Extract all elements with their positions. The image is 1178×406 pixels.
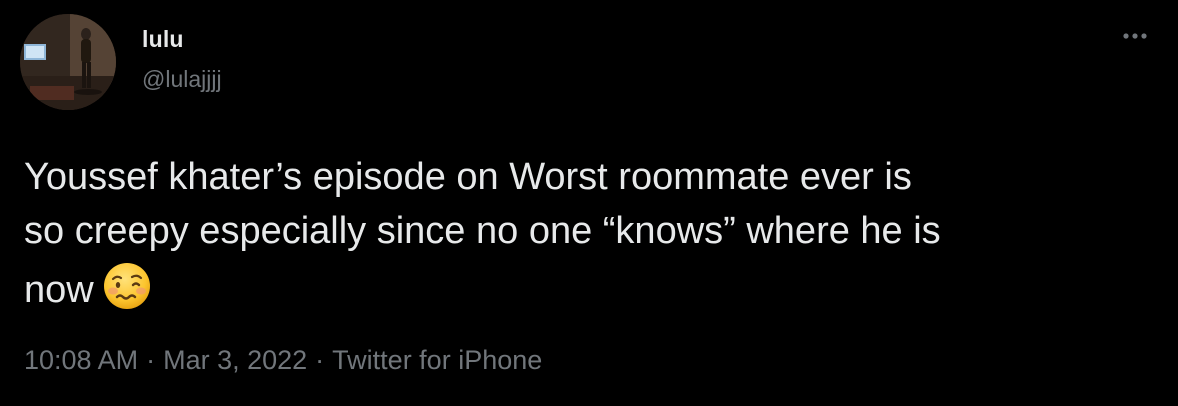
separator-dot: · [146,345,156,375]
tweet-source[interactable]: Twitter for iPhone [332,345,542,375]
avatar-photo-icon [20,14,116,110]
tweet-text: Youssef khater’s episode on Worst roomma… [24,150,1154,317]
tweet: lulu @lulajjjj Youssef khater’s episode … [0,0,1178,406]
more-options-icon[interactable] [1120,26,1150,46]
avatar[interactable] [20,14,116,110]
woozy-face-emoji-icon [100,258,154,312]
tweet-metadata: 10:08 AM · Mar 3, 2022 · Twitter for iPhone [24,345,542,376]
tweet-date[interactable]: Mar 3, 2022 [163,345,307,375]
author-handle[interactable]: @lulajjjj [142,66,222,93]
tweet-time[interactable]: 10:08 AM [24,345,138,375]
author-display-name[interactable]: lulu [142,26,184,53]
separator-dot: · [315,345,325,375]
tweet-body: Youssef khater’s episode on Worst roomma… [24,156,941,311]
